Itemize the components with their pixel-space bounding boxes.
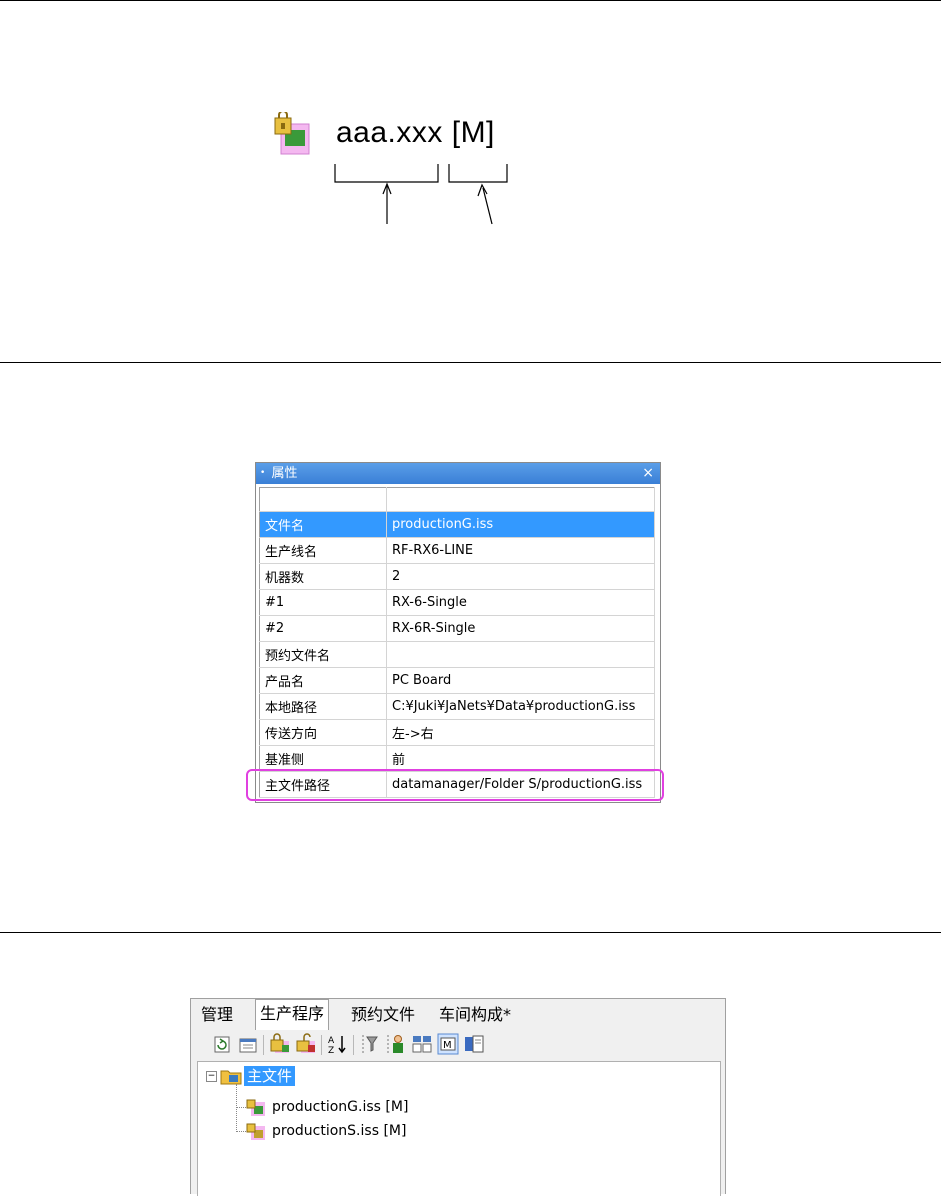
filter-icon[interactable] — [359, 1033, 381, 1055]
locked-master-file-icon — [274, 112, 310, 155]
compare-icon[interactable] — [411, 1033, 433, 1055]
tree-connector — [236, 1131, 246, 1132]
property-row[interactable]: 产品名 PC Board — [259, 667, 655, 694]
svg-text:Z: Z — [328, 1046, 334, 1055]
master-path-highlight — [246, 769, 664, 801]
locked-master-file-icon — [246, 1123, 265, 1140]
master-marker-text: [M] — [451, 116, 495, 149]
properties-header-row — [259, 487, 655, 512]
property-key: 基准侧 — [259, 745, 387, 772]
tab-production-program[interactable]: 生产程序 — [255, 999, 330, 1030]
property-row[interactable]: #1 RX-6-Single — [259, 589, 655, 616]
property-value[interactable] — [386, 641, 655, 668]
property-key: #1 — [259, 589, 387, 616]
tab-reservation-file[interactable]: 预约文件 — [347, 1003, 419, 1027]
property-key: 文件名 — [259, 511, 387, 538]
property-value[interactable]: RX-6R-Single — [386, 615, 655, 642]
property-value[interactable]: RX-6-Single — [386, 589, 655, 616]
file-browser-window: 管理 生产程序 预约文件 车间构成* A Z M − 主文件 productio… — [190, 998, 726, 1196]
tree-item-label[interactable]: productionG.iss [M] — [272, 1096, 408, 1118]
file-tree: − 主文件 productionG.iss [M] productionS.is… — [197, 1061, 721, 1196]
titlebar-bullet-icon: • — [260, 468, 266, 478]
sort-icon[interactable]: A Z — [327, 1033, 349, 1055]
property-key: 预约文件名 — [259, 641, 387, 668]
property-row[interactable]: 预约文件名 — [259, 641, 655, 668]
book-icon[interactable] — [463, 1033, 485, 1055]
properties-title: 属性 — [271, 466, 298, 481]
divider-1 — [0, 362, 941, 363]
unlock-icon[interactable] — [295, 1033, 317, 1055]
tree-connector — [236, 1084, 237, 1132]
tab-strip: 管理 生产程序 预约文件 车间构成* — [191, 999, 725, 1030]
property-value[interactable]: 左->右 — [386, 719, 655, 746]
properties-icon[interactable] — [237, 1033, 259, 1055]
property-value[interactable]: 前 — [386, 745, 655, 772]
tab-manage[interactable]: 管理 — [197, 1003, 237, 1027]
user-icon[interactable] — [385, 1033, 407, 1055]
legend-brackets — [334, 164, 508, 225]
property-row[interactable]: 机器数 2 — [259, 563, 655, 590]
collapse-icon[interactable]: − — [206, 1071, 217, 1082]
tree-item-label[interactable]: productionS.iss [M] — [272, 1120, 406, 1142]
property-value[interactable]: 2 — [386, 563, 655, 590]
tab-floor-config[interactable]: 车间构成* — [435, 1003, 515, 1027]
toolbar-separator — [353, 1035, 354, 1055]
property-key: 本地路径 — [259, 693, 387, 720]
file-name-example: aaa.xxx [M] — [336, 116, 495, 150]
tree-root-label[interactable]: 主文件 — [244, 1066, 296, 1086]
toolbar-separator — [263, 1035, 264, 1055]
property-row[interactable]: #2 RX-6R-Single — [259, 615, 655, 642]
folder-icon — [220, 1070, 242, 1085]
property-key: 产品名 — [259, 667, 387, 694]
property-value[interactable]: PC Board — [386, 667, 655, 694]
property-row[interactable]: 文件名 productionG.iss — [259, 511, 655, 538]
locked-master-file-icon — [246, 1099, 265, 1116]
properties-table: 文件名 productionG.iss 生产线名 RF-RX6-LINE 机器数 2 #1 R… — [259, 487, 655, 798]
property-row[interactable]: 传送方向 左->右 — [259, 719, 655, 746]
property-row[interactable]: 本地路径 C:¥Juki¥JaNets¥Data¥productionG.iss — [259, 693, 655, 720]
properties-panel: • 属性 × 文件名 productionG.iss 生产线名 RF-RX6-LINE… — [255, 462, 661, 803]
master-icon[interactable]: M — [437, 1033, 459, 1055]
property-value[interactable]: C:¥Juki¥JaNets¥Data¥productionG.iss — [386, 693, 655, 720]
close-icon[interactable]: × — [642, 463, 654, 484]
property-key: 机器数 — [259, 563, 387, 590]
property-value[interactable]: RF-RX6-LINE — [386, 537, 655, 564]
property-row[interactable]: 基准侧前 — [259, 745, 655, 772]
properties-titlebar: • 属性 × — [256, 463, 660, 484]
toolbar-separator — [321, 1035, 322, 1055]
divider-top — [0, 0, 941, 1]
file-name-text: aaa.xxx — [336, 116, 443, 149]
svg-text:M: M — [443, 1040, 452, 1051]
property-row[interactable]: 生产线名 RF-RX6-LINE — [259, 537, 655, 564]
lock-icon[interactable] — [269, 1033, 291, 1055]
tree-connector — [236, 1107, 246, 1108]
property-key: #2 — [259, 615, 387, 642]
property-value[interactable]: productionG.iss — [386, 511, 655, 538]
divider-2 — [0, 932, 941, 933]
property-key: 传送方向 — [259, 719, 387, 746]
refresh-icon[interactable] — [211, 1033, 233, 1055]
svg-text:A: A — [328, 1036, 335, 1046]
property-key: 生产线名 — [259, 537, 387, 564]
